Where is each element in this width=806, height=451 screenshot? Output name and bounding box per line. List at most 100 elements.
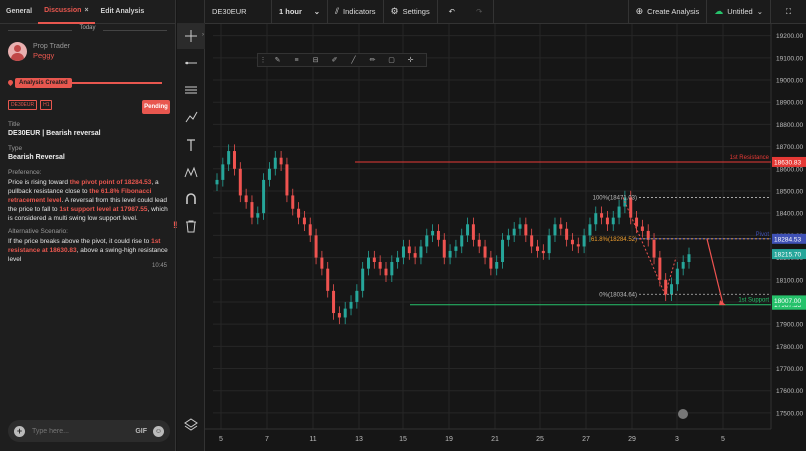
gif-button[interactable]: GIF	[135, 428, 147, 435]
layers-icon[interactable]	[177, 411, 205, 437]
message-input[interactable]	[32, 427, 136, 435]
author-name[interactable]: Peggy	[33, 51, 70, 60]
symbol-selector[interactable]: DE30EUR	[205, 0, 272, 24]
status-label: Analysis Created	[15, 77, 72, 88]
candle-body	[670, 284, 674, 295]
tab-discussion-label: Discussion	[44, 7, 82, 14]
chevron-down-icon: ⌄	[756, 7, 763, 16]
undo-icon[interactable]: ↶	[438, 0, 466, 24]
pencil-icon[interactable]: ✎	[268, 53, 287, 67]
candle-body	[635, 217, 639, 227]
y-tick-label: 17700.00	[776, 366, 803, 373]
preference-field: Preference: Price is rising toward the p…	[8, 169, 170, 223]
candle-body	[297, 208, 301, 218]
candle-body	[273, 157, 277, 169]
pen-icon[interactable]: ✏	[363, 53, 382, 67]
chart-canvas[interactable]: 19200.00 19100.00 19000.00 18900.00 18800.00…	[205, 24, 806, 451]
line-icon[interactable]: ╱	[344, 53, 363, 67]
x-tick-label: 7	[265, 436, 269, 443]
candle-body	[227, 151, 231, 165]
horizontal-line-icon[interactable]	[177, 50, 205, 76]
parallel-channel-icon[interactable]	[177, 77, 205, 103]
alternative-field: Alternative Scenario: If the price break…	[8, 228, 170, 264]
symbol-badge: DE30EUR	[8, 100, 38, 110]
y-tick-label: 18900.00	[776, 100, 803, 107]
redo-icon[interactable]: ↷	[466, 0, 494, 24]
candle-body	[477, 239, 481, 247]
candle-body	[361, 268, 365, 291]
edit-icon[interactable]: ✐	[325, 53, 344, 67]
candle-body	[390, 262, 394, 276]
plus-icon[interactable]: +	[14, 425, 25, 437]
y-tick-label: 19200.00	[776, 33, 803, 40]
layout-name-label: Untitled	[727, 7, 753, 16]
candle-body	[349, 301, 353, 309]
close-icon[interactable]: ×	[84, 7, 88, 14]
x-tick-label: 19	[445, 436, 453, 443]
pattern-icon[interactable]	[177, 159, 205, 185]
title-value: DE30EUR | Bearish reversal	[8, 130, 101, 137]
magnet-icon[interactable]	[177, 186, 205, 212]
fullscreen-icon[interactable]: ⛶	[771, 0, 806, 24]
create-analysis-button[interactable]: ⊕ Create Analysis	[627, 0, 708, 24]
list-icon[interactable]: ≡	[287, 53, 306, 67]
indicators-label: Indicators	[343, 7, 376, 16]
settings-button[interactable]: ⚙ Settings	[384, 0, 438, 24]
candle-body	[285, 164, 289, 196]
pending-button[interactable]: Pending	[142, 100, 170, 114]
candle-body	[553, 224, 557, 236]
x-tick-label: 21	[491, 436, 499, 443]
tab-discussion[interactable]: Discussion ×	[38, 0, 95, 24]
y-tick-label: 18500.00	[776, 188, 803, 195]
indicators-button[interactable]: ⫽ Indicators	[328, 0, 384, 24]
candle-body	[419, 246, 423, 258]
day-separator: Today	[0, 25, 175, 35]
x-tick-label: 27	[582, 436, 590, 443]
candle-body	[489, 257, 493, 269]
preference-text: Price is rising toward the pivot point o…	[8, 179, 168, 222]
plus-circle-icon: ⊕	[635, 6, 644, 16]
template-icon[interactable]: ⊟	[306, 53, 325, 67]
candle-body	[576, 244, 580, 247]
box-icon[interactable]: ▢	[382, 53, 401, 67]
candle-body	[372, 257, 376, 263]
current-price-tag-text: 18215.70	[774, 252, 801, 259]
status-timeline: Analysis Created	[6, 77, 162, 88]
text-icon[interactable]	[177, 132, 205, 158]
candle-body	[448, 250, 452, 258]
x-tick-label: 3	[675, 436, 679, 443]
tab-general[interactable]: General	[0, 0, 38, 24]
candle-body	[431, 230, 435, 236]
drawing-toolbar: ›	[177, 0, 205, 451]
crosshair-small-icon[interactable]: ✛	[401, 53, 420, 67]
trash-icon[interactable]	[177, 213, 205, 239]
emoji-icon[interactable]: ☺	[153, 425, 164, 437]
y-tick-label: 19100.00	[776, 55, 803, 62]
chart-background	[205, 24, 806, 451]
crosshair-icon[interactable]: ›	[177, 23, 205, 49]
chat-input[interactable]: + GIF ☺	[8, 420, 170, 442]
candle-body	[250, 202, 254, 218]
candle-body	[425, 235, 429, 247]
candle-body	[466, 224, 470, 236]
tag-badges: DE30EUR H1	[8, 100, 53, 110]
layout-name-button[interactable]: ☁ Untitled ⌄	[707, 0, 771, 24]
candle-body	[279, 157, 283, 165]
x-tick-label: 25	[536, 436, 544, 443]
y-tick-label: 17600.00	[776, 388, 803, 395]
brush-icon[interactable]	[177, 104, 205, 130]
location-pin-icon	[6, 78, 15, 87]
tab-edit-analysis[interactable]: Edit Analysis	[95, 0, 151, 24]
candle-body	[454, 246, 458, 251]
candle-body	[262, 179, 266, 214]
interval-selector[interactable]: 1 hour ⌄	[272, 0, 328, 24]
x-tick-label: 5	[219, 436, 223, 443]
price-chart[interactable]: 19200.00 19100.00 19000.00 18900.00 18800.00…	[205, 24, 806, 451]
watermark-icon	[678, 409, 688, 419]
candle-body	[267, 168, 271, 180]
candle-body	[332, 290, 336, 314]
drag-handle-icon[interactable]: ⋮	[258, 53, 268, 67]
y-tick-label: 18400.00	[776, 211, 803, 218]
title-field: Title DE30EUR | Bearish reversal	[8, 121, 170, 137]
candle-body	[413, 253, 417, 258]
